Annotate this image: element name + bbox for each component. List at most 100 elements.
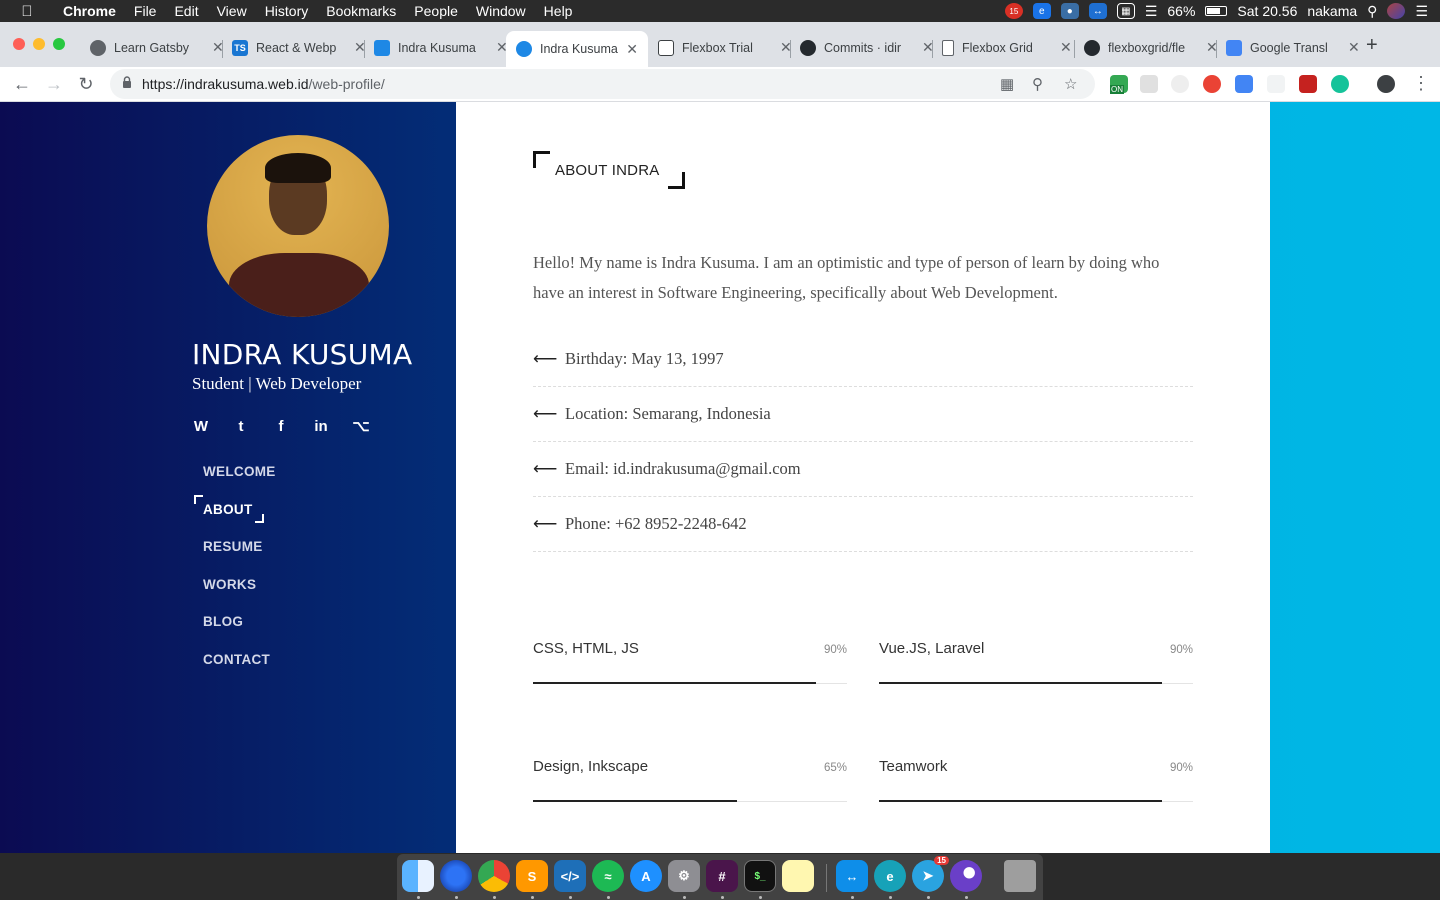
telegram-icon[interactable]: ➤ 15 (912, 856, 949, 892)
site-icon (516, 41, 532, 57)
new-tab-button[interactable]: + (1366, 34, 1378, 57)
github-icon (800, 39, 816, 56)
skill-percent: 90% (823, 644, 847, 656)
bookmark-star-icon[interactable]: ☆ (1064, 75, 1077, 93)
extension-on-icon[interactable]: ON (1110, 75, 1128, 94)
system-preferences-icon[interactable]: ⚙ (668, 860, 700, 892)
tab-flexboxgrid-github[interactable]: flexboxgrid/fle ✕ (1074, 33, 1228, 62)
photo-shirt-shape (229, 253, 369, 317)
menu-help[interactable]: Help (535, 0, 582, 22)
skill-percent: 65% (823, 762, 847, 774)
notes-icon[interactable] (782, 860, 814, 892)
wordpress-icon[interactable]: W (192, 418, 210, 436)
menu-edit[interactable]: Edit (165, 0, 207, 22)
nav-item-contact[interactable]: CONTACT (203, 652, 276, 690)
sublime-text-icon[interactable]: S (516, 860, 548, 892)
finder-icon[interactable] (402, 860, 434, 892)
close-window-icon[interactable] (13, 38, 25, 50)
tab-react-webpack[interactable]: TS React & Webp ✕ (222, 33, 376, 62)
skill-bar-fill (533, 682, 816, 684)
tab-title: Learn Gatsby (114, 40, 190, 55)
clock[interactable]: Sat 20.56 (1237, 3, 1297, 19)
menu-file[interactable]: File (125, 0, 166, 22)
browser-toolbar: ← → ↻ https://indrakusuma.web.id/web-pro… (0, 67, 1440, 102)
profile-avatar[interactable] (1377, 75, 1395, 93)
github-icon[interactable]: ⌥ (352, 418, 370, 436)
nav-item-blog[interactable]: BLOG (203, 614, 276, 652)
telegram-badge: 15 (934, 856, 949, 865)
firefox-icon[interactable] (440, 860, 472, 892)
spotlight-search-icon[interactable]: ⚲ (1367, 3, 1377, 20)
reload-button[interactable]: ↻ (74, 72, 98, 96)
menu-view[interactable]: View (208, 0, 256, 22)
menu-history[interactable]: History (256, 0, 318, 22)
url-path: /web-profile/ (308, 76, 385, 92)
notification-center-icon[interactable]: ☰ (1415, 3, 1428, 20)
grammarly-icon[interactable] (1331, 75, 1349, 93)
twitter-icon[interactable]: t (232, 418, 250, 436)
tab-google-translate[interactable]: Google Transl ✕ (1216, 33, 1370, 62)
vpn-icon[interactable] (950, 860, 982, 892)
extension-grey-icon[interactable] (1140, 75, 1158, 93)
memory-status-icon[interactable]: ▦ (1116, 3, 1135, 19)
tab-learn-gatsby[interactable]: Learn Gatsby ✕ (80, 33, 234, 62)
spotify-icon[interactable]: ≈ (592, 860, 624, 892)
forward-button[interactable]: → (42, 72, 66, 96)
menu-people[interactable]: People (405, 0, 467, 22)
menu-window[interactable]: Window (467, 0, 535, 22)
detail-birthday: ⟵ Birthday: May 13, 1997 (533, 332, 1193, 387)
app-store-icon[interactable]: A (630, 860, 662, 892)
close-tab-icon[interactable]: ✕ (1348, 39, 1360, 56)
linkedin-icon[interactable]: in (312, 418, 330, 436)
opera-icon[interactable] (1203, 75, 1221, 93)
teamviewer-icon[interactable]: ↔ (836, 860, 868, 892)
nav-item-welcome[interactable]: WELCOME (203, 464, 276, 502)
menu-bookmarks[interactable]: Bookmarks (317, 0, 405, 22)
tab-indra-kusuma-active[interactable]: Indra Kusuma ✕ (506, 31, 648, 67)
battery-icon[interactable] (1205, 6, 1228, 16)
minimize-window-icon[interactable] (33, 38, 45, 50)
siri-icon[interactable] (1387, 3, 1406, 19)
zoom-icon[interactable]: ⚲ (1032, 75, 1043, 93)
apple-menu-icon[interactable]:  (0, 3, 54, 20)
tab-title: Indra Kusuma (398, 40, 476, 55)
extension-red-icon[interactable] (1299, 75, 1317, 93)
user-name[interactable]: nakama (1307, 3, 1357, 19)
vscode-icon[interactable]: </> (554, 860, 586, 892)
translate-page-icon[interactable]: ▦ (1000, 75, 1014, 93)
tab-flexbox-grid[interactable]: Flexbox Grid ✕ (932, 33, 1082, 62)
slack-icon[interactable]: # (706, 860, 738, 892)
back-button[interactable]: ← (10, 72, 34, 96)
running-indicator (569, 896, 572, 899)
url-text[interactable]: https://indrakusuma.web.id/web-profile/ (142, 76, 385, 92)
evernote-status-icon[interactable]: e (1032, 3, 1051, 19)
calendar-badge-icon[interactable]: 15 (1004, 3, 1023, 19)
running-indicator (607, 896, 610, 899)
teamviewer-status-icon[interactable]: ↔ (1088, 3, 1107, 19)
tab-commits[interactable]: Commits · idir ✕ (790, 33, 944, 62)
address-bar[interactable]: https://indrakusuma.web.id/web-profile/ … (110, 69, 1095, 99)
extension-badge: ON (1110, 85, 1124, 94)
chrome-icon[interactable] (478, 860, 510, 892)
nav-item-about[interactable]: ABOUT (194, 494, 276, 540)
vpn-status-icon[interactable]: ● (1060, 3, 1079, 19)
wifi-icon[interactable]: ☰ (1145, 3, 1158, 20)
evernote-icon[interactable]: e (874, 860, 906, 892)
extension-circle-icon[interactable] (1171, 75, 1189, 93)
menu-app-name[interactable]: Chrome (54, 0, 125, 22)
trash-icon[interactable] (1004, 860, 1036, 892)
photo-hair-shape (265, 153, 331, 183)
browser-menu-icon[interactable]: ⋮ (1412, 73, 1430, 94)
terminal-icon[interactable]: $_ (744, 860, 776, 892)
nav-item-resume[interactable]: RESUME (203, 539, 276, 577)
zoom-window-icon[interactable] (53, 38, 65, 50)
close-tab-icon[interactable]: ✕ (1060, 39, 1072, 56)
nav-item-works[interactable]: WORKS (203, 577, 276, 615)
detail-text[interactable]: Email: id.indrakusuma@gmail.com (565, 459, 801, 479)
facebook-icon[interactable]: f (272, 418, 290, 436)
close-tab-icon[interactable]: ✕ (626, 41, 638, 58)
tab-flexbox-trial[interactable]: Flexbox Trial ✕ (648, 33, 802, 62)
extension-triangle-icon[interactable] (1267, 75, 1285, 93)
tab-indra-kusuma-1[interactable]: Indra Kusuma ✕ (364, 33, 518, 62)
google-translate-extension-icon[interactable] (1235, 75, 1253, 93)
